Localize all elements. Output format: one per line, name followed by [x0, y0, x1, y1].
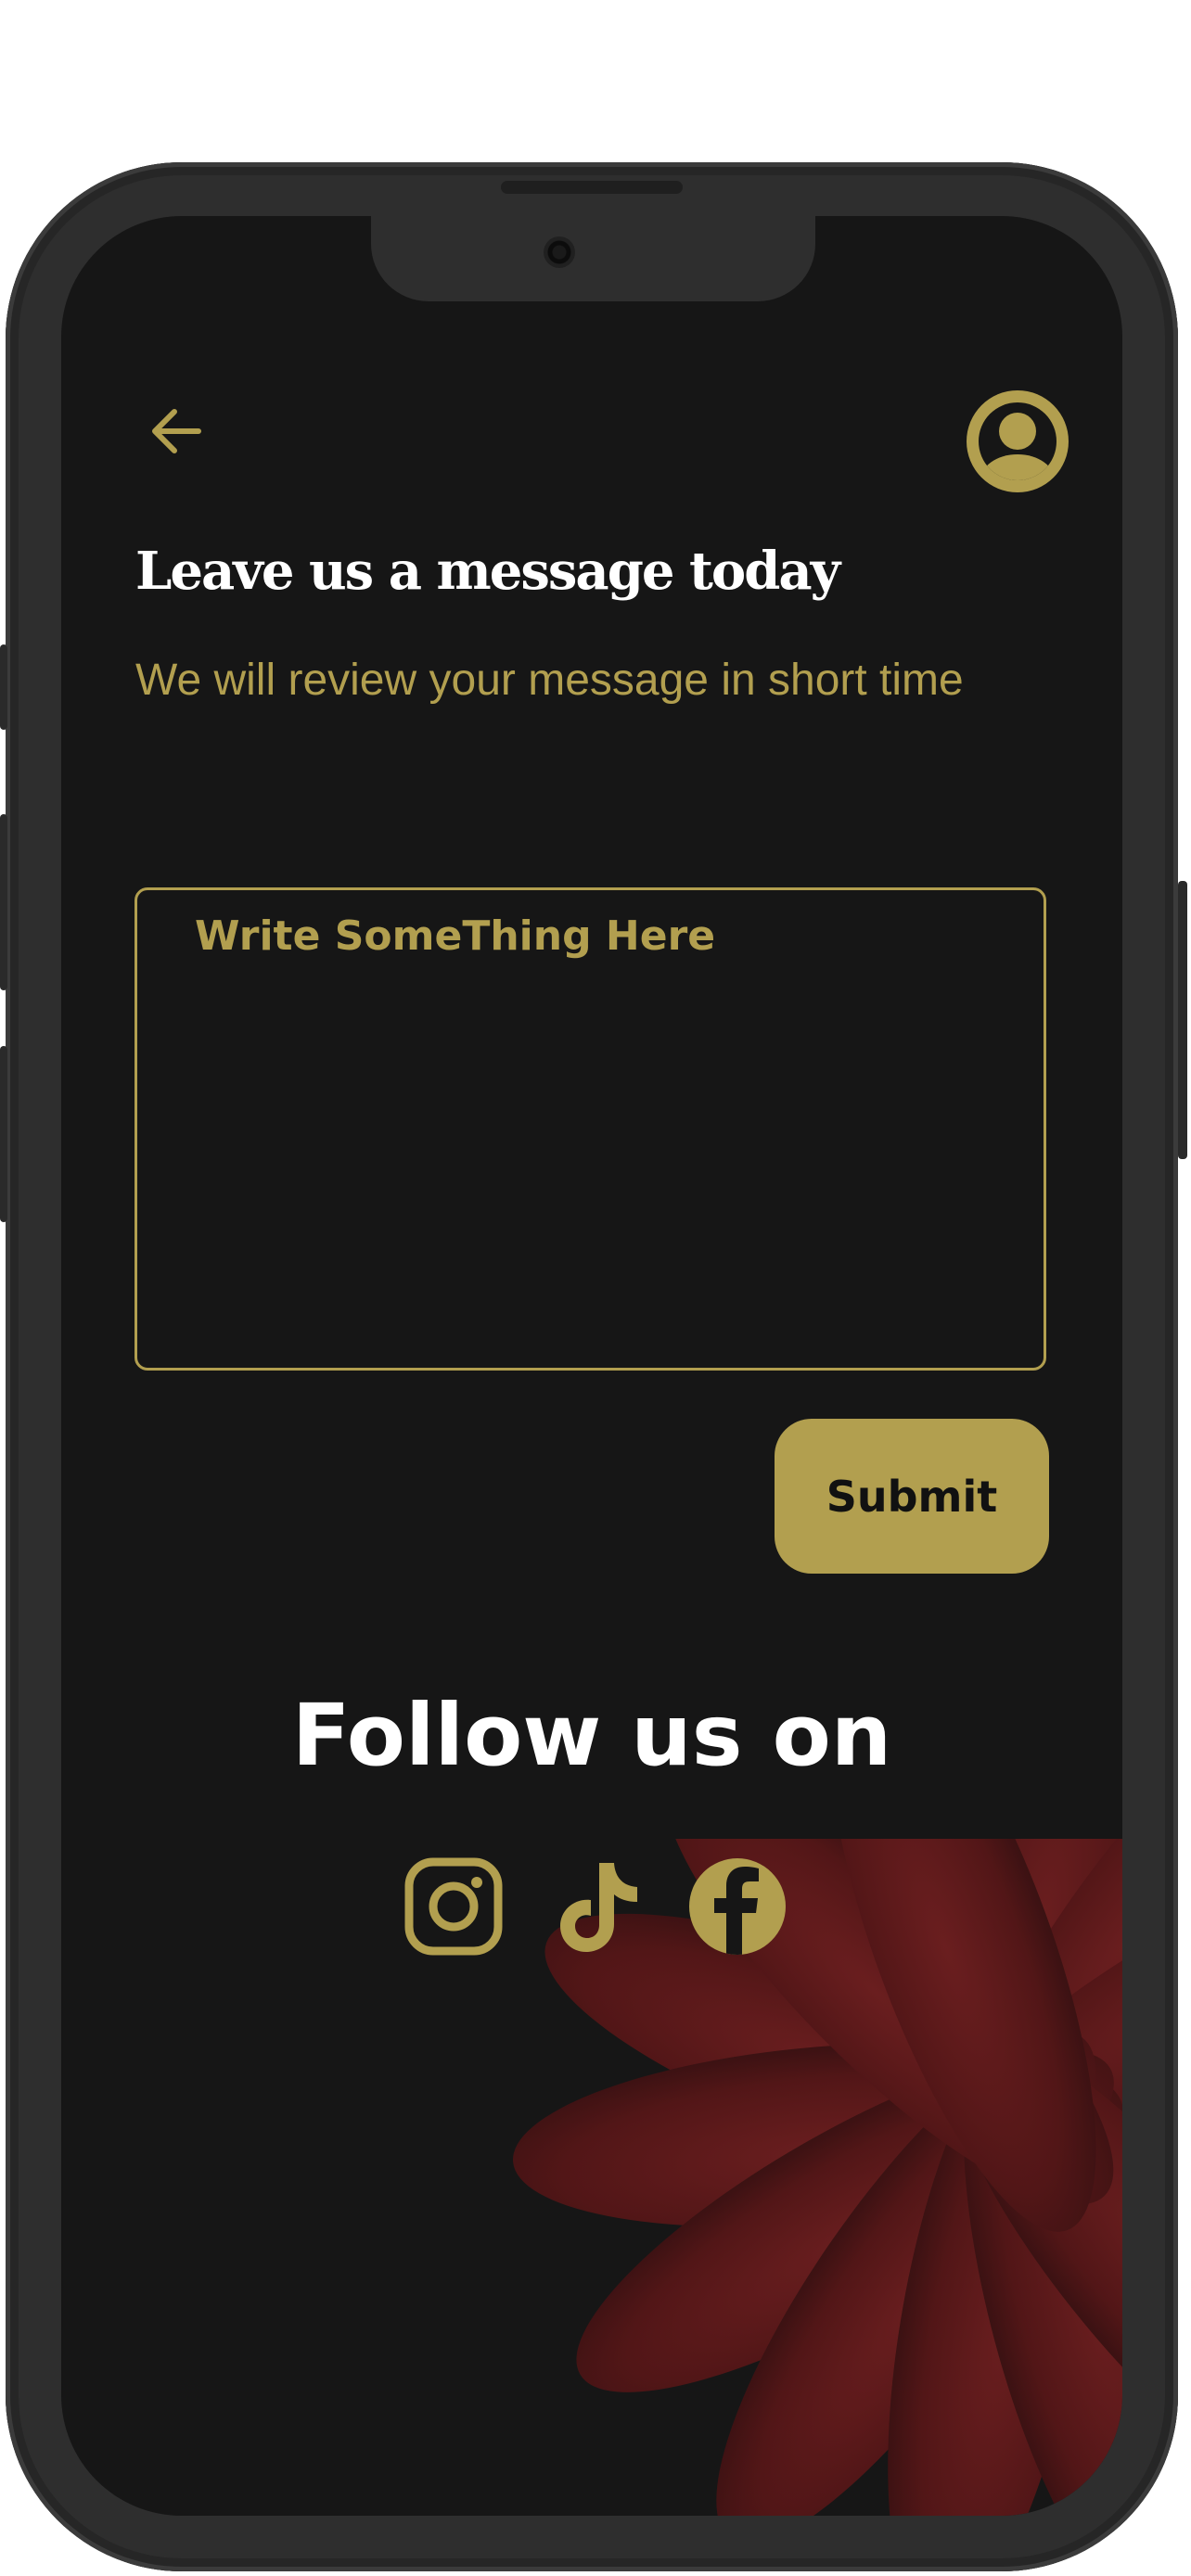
facebook-icon	[689, 1858, 786, 1955]
speaker-grille	[501, 181, 683, 194]
facebook-link[interactable]	[686, 1855, 788, 1958]
tiktok-link[interactable]	[547, 1855, 649, 1958]
tiktok-icon	[560, 1863, 637, 1952]
user-circle-icon	[967, 390, 1069, 492]
submit-button[interactable]: Submit	[775, 1419, 1049, 1574]
page-subtitle: We will review your message in short tim…	[135, 656, 964, 705]
message-input[interactable]	[134, 887, 1046, 1371]
power-button	[1178, 881, 1187, 1159]
silent-switch	[0, 644, 7, 730]
instagram-icon	[404, 1857, 503, 1956]
volume-down-button	[0, 1046, 7, 1222]
front-camera	[544, 236, 575, 268]
camera-notch	[371, 216, 815, 301]
follow-heading: Follow us on	[291, 1686, 892, 1785]
page-title: Leave us a message today	[135, 541, 840, 602]
profile-button[interactable]	[967, 390, 1069, 492]
back-button[interactable]	[143, 398, 210, 465]
arrow-left-icon	[152, 409, 201, 453]
volume-up-button	[0, 814, 7, 990]
instagram-link[interactable]	[403, 1855, 505, 1958]
app-screen: Leave us a message today We will review …	[61, 216, 1122, 2516]
